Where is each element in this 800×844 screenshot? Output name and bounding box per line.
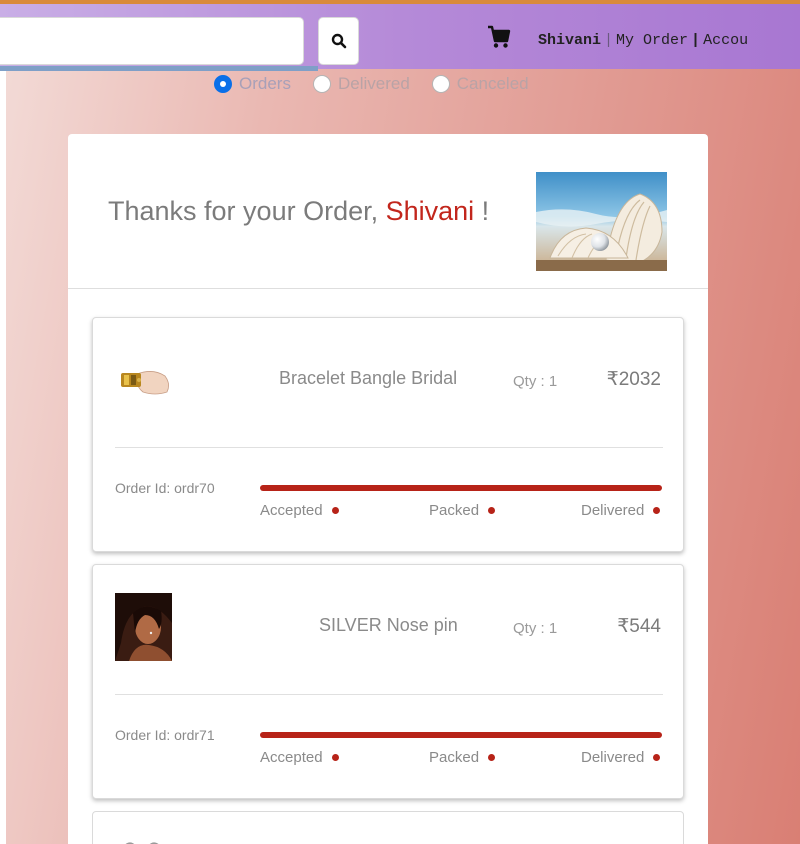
step-label: Delivered — [581, 502, 645, 519]
step-delivered: Delivered — [581, 749, 661, 766]
product-qty: Qty : 1 — [513, 373, 558, 390]
search-input[interactable] — [0, 17, 304, 65]
step-label: Accepted — [260, 749, 323, 766]
search-icon — [331, 33, 346, 49]
filter-canceled-label: Canceled — [456, 74, 529, 93]
orders-panel: Thanks for your Order, Shivani ! Bracele… — [68, 134, 708, 844]
nav-separator: | — [691, 32, 701, 49]
order-card-partial — [92, 811, 684, 844]
product-name: Bracelet Bangle Bridal — [279, 368, 458, 388]
step-dot — [653, 754, 661, 761]
step-dot — [488, 754, 496, 761]
step-label: Packed — [429, 749, 480, 766]
product-name: SILVER Nose pin — [319, 615, 458, 635]
filter-orders[interactable]: Orders — [214, 74, 291, 94]
filter-delivered-label: Delivered — [337, 74, 410, 93]
user-name-link[interactable]: Shivani — [538, 32, 601, 49]
nav-separator: | — [604, 32, 614, 49]
product-price: ₹544 — [617, 616, 661, 637]
step-label: Delivered — [581, 749, 645, 766]
partial-thumbnail — [125, 842, 159, 844]
order-progress-bar — [260, 732, 662, 738]
step-dot — [653, 507, 661, 514]
filter-orders-label: Orders — [239, 74, 291, 93]
step-packed: Packed — [429, 749, 496, 766]
step-label: Accepted — [260, 502, 323, 519]
step-accepted: Accepted — [260, 502, 339, 519]
card-divider — [115, 694, 663, 695]
search-button[interactable] — [318, 17, 359, 65]
order-card: Bracelet Bangle Bridal Qty : 1 ₹2032 Ord… — [92, 317, 684, 552]
card-divider — [115, 447, 663, 448]
order-status-filter: Orders Delivered Canceled — [214, 74, 551, 94]
thanks-suffix: ! — [474, 196, 490, 226]
my-order-link[interactable]: My Order — [616, 32, 688, 49]
step-delivered: Delivered — [581, 502, 661, 519]
product-price: ₹2032 — [606, 369, 661, 390]
step-dot — [331, 754, 339, 761]
step-label: Packed — [429, 502, 480, 519]
step-accepted: Accepted — [260, 749, 339, 766]
order-id: Order Id: ordr70 — [115, 480, 215, 496]
product-qty: Qty : 1 — [513, 620, 558, 637]
top-navbar: Shivani | My Order | Accou — [0, 0, 800, 71]
step-packed: Packed — [429, 502, 496, 519]
step-dot — [488, 507, 496, 514]
order-card: SILVER Nose pin Qty : 1 ₹544 Order Id: o… — [92, 564, 684, 799]
radio-canceled[interactable] — [431, 75, 450, 93]
cart-icon[interactable] — [486, 24, 512, 50]
radio-delivered[interactable] — [312, 75, 331, 93]
order-id: Order Id: ordr71 — [115, 727, 215, 743]
left-page-edge — [0, 0, 6, 844]
customer-name: Shivani — [385, 196, 475, 226]
account-link[interactable]: Accou — [703, 32, 748, 49]
search-underline — [0, 66, 318, 71]
step-dot — [331, 507, 339, 514]
bracelet-thumbnail — [115, 362, 173, 398]
nose-pin-thumbnail — [115, 593, 172, 661]
thanks-heading: Thanks for your Order, Shivani ! — [108, 196, 489, 227]
pearl-shell-image — [536, 172, 667, 271]
radio-orders[interactable] — [214, 75, 232, 93]
filter-canceled[interactable]: Canceled — [431, 74, 529, 94]
nav-links: Shivani | My Order | Accou — [538, 32, 748, 49]
panel-header-divider — [68, 288, 708, 289]
filter-delivered[interactable]: Delivered — [312, 74, 410, 94]
thanks-prefix: Thanks for your Order, — [108, 196, 386, 226]
order-progress-bar — [260, 485, 662, 491]
